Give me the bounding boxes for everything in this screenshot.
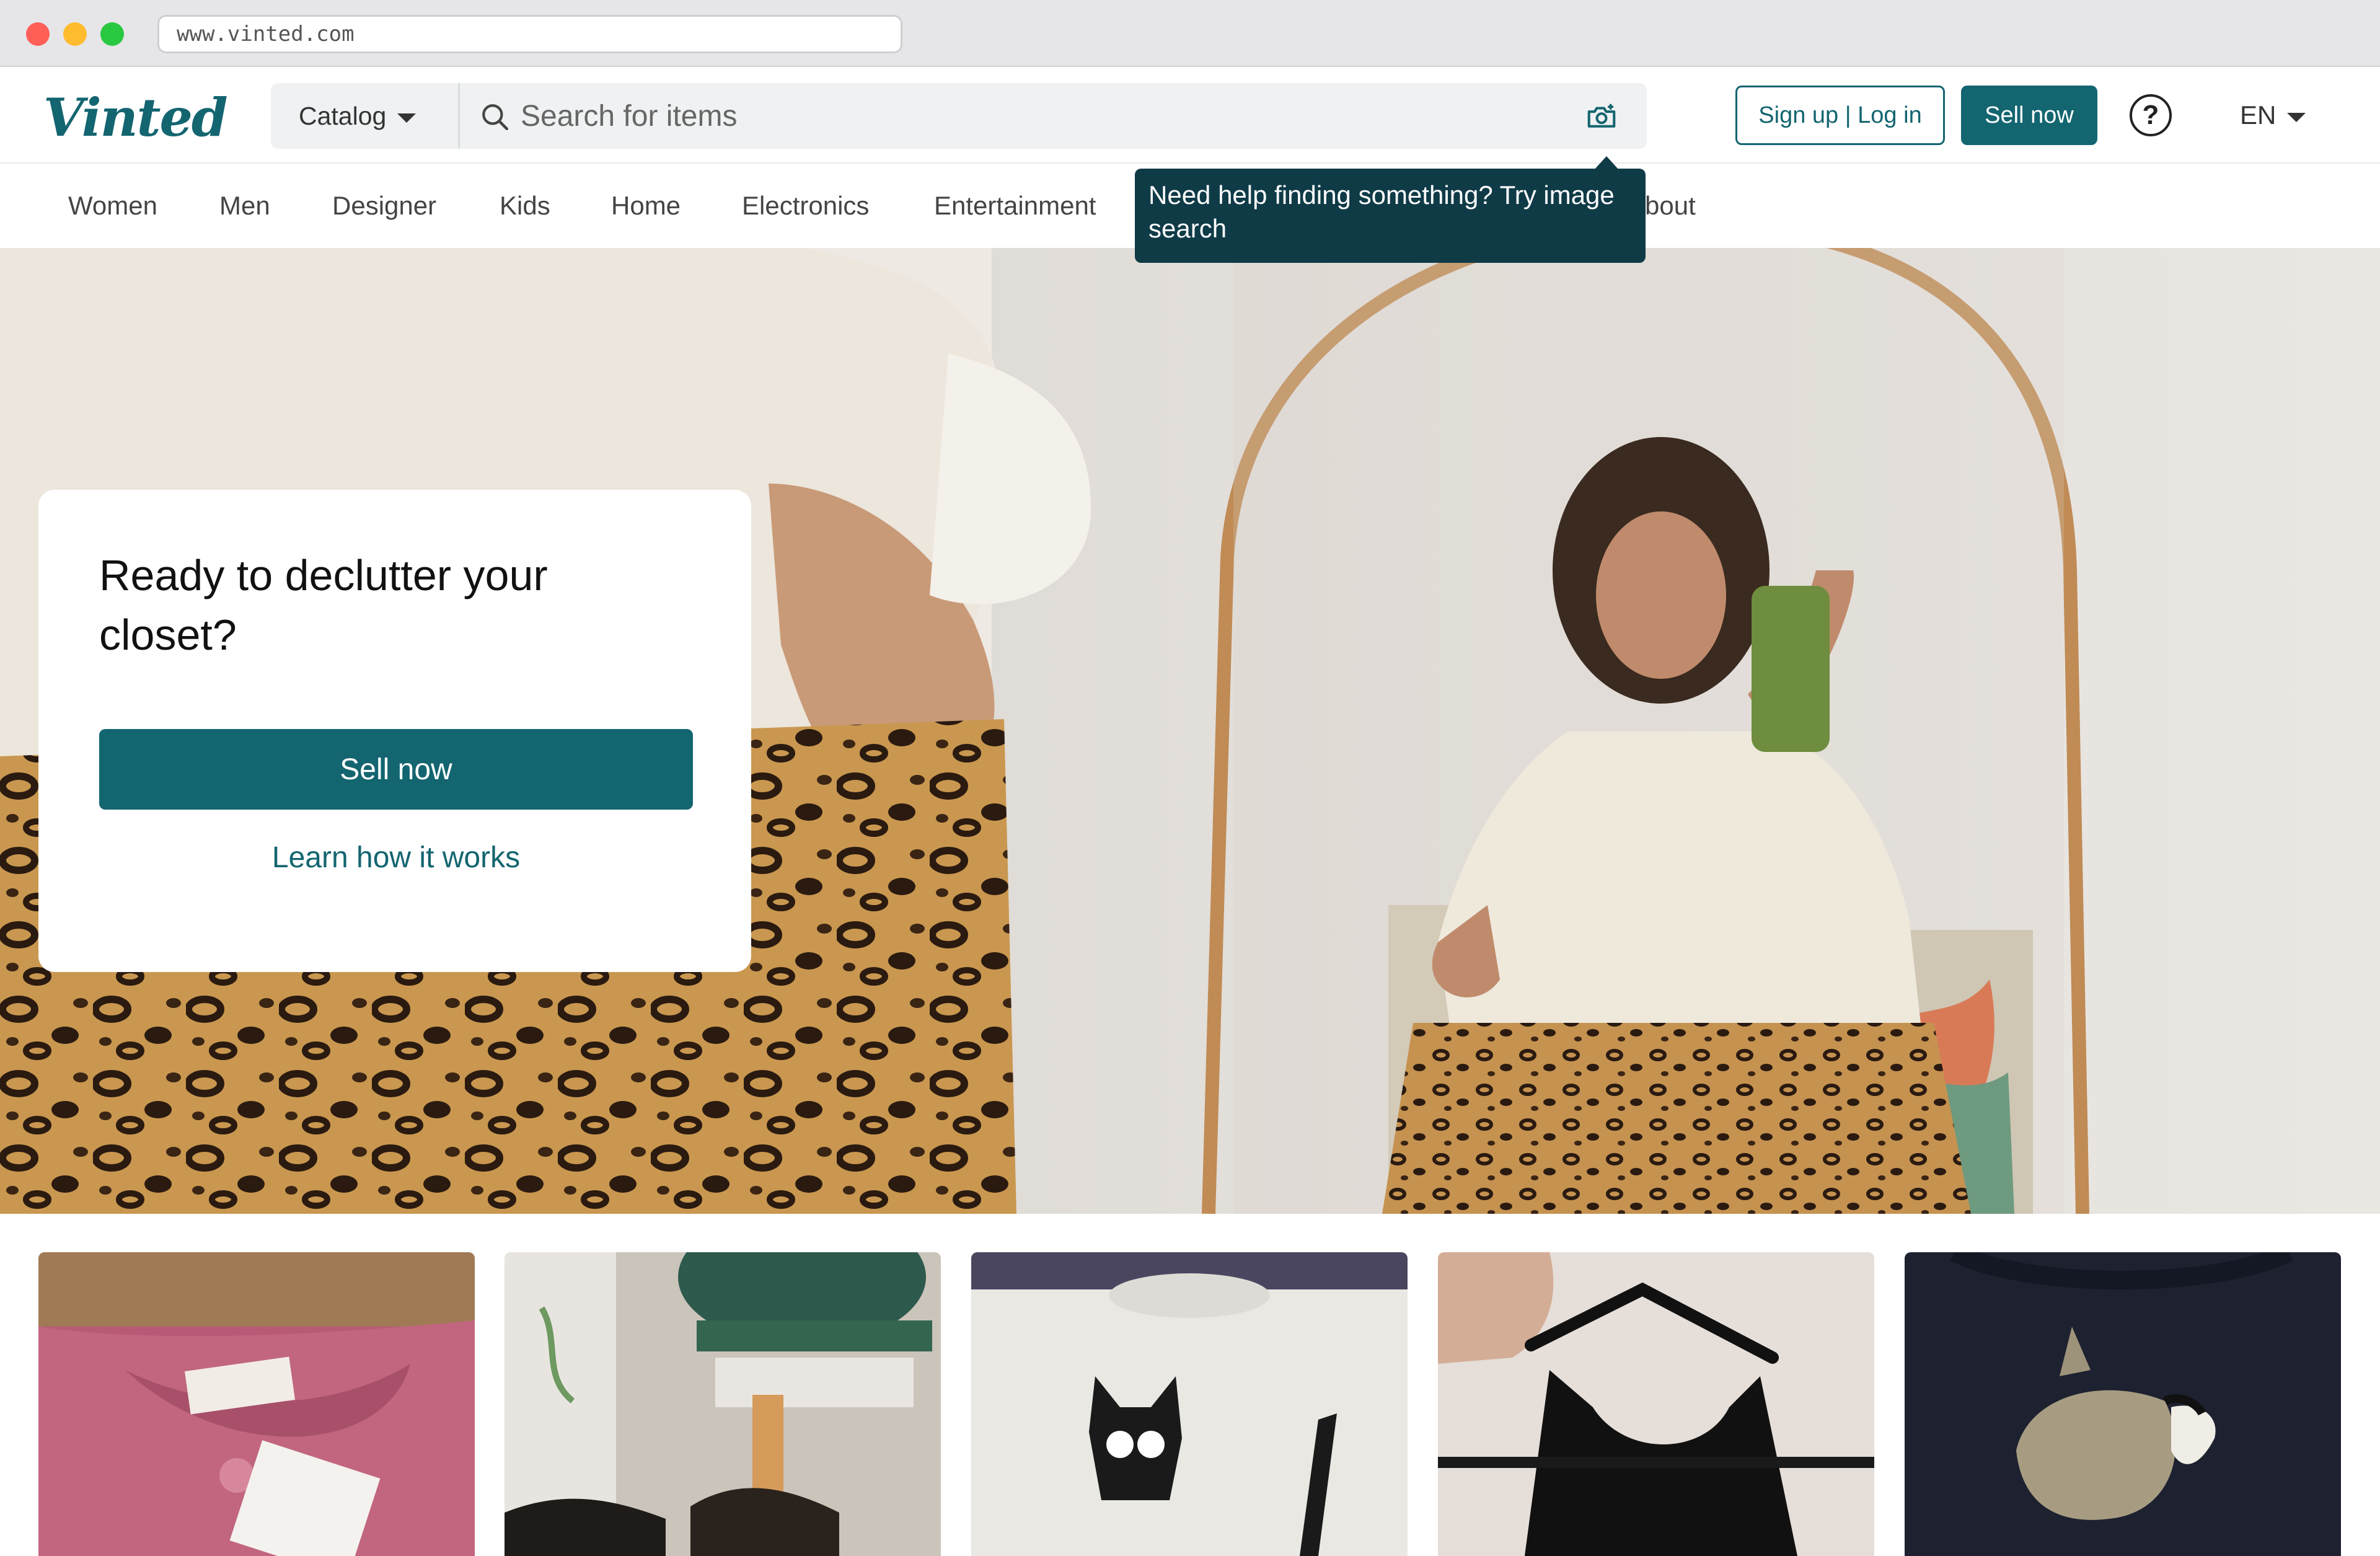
promo-title: Ready to declutter your closet?: [99, 551, 548, 659]
browser-chrome: www.vinted.com: [0, 0, 2380, 67]
item-feed: [0, 1214, 2380, 1556]
hero-banner: Ready to declutter your closet? Sell now…: [0, 248, 2380, 1214]
nav-item-kids[interactable]: Kids: [500, 164, 550, 248]
vinted-logo[interactable]: Vinted: [43, 87, 228, 149]
maximize-window-button[interactable]: [100, 22, 124, 46]
nav-item-designer[interactable]: Designer: [332, 164, 436, 248]
close-window-button[interactable]: [26, 22, 50, 46]
camera-search-icon[interactable]: [1585, 100, 1618, 133]
nav-item-entertainment[interactable]: Entertainment: [934, 164, 1096, 248]
pink-knit-sweater-photo: [38, 1252, 475, 1556]
nav-item-men[interactable]: Men: [219, 164, 270, 248]
item-card[interactable]: [38, 1252, 475, 1556]
nav-item-women[interactable]: Women: [68, 164, 157, 248]
nav-item-about[interactable]: bout: [1645, 164, 1696, 248]
language-label: EN: [2240, 100, 2276, 130]
language-selector[interactable]: EN: [2240, 94, 2306, 136]
catalog-label: Catalog: [299, 101, 387, 130]
item-card[interactable]: [1438, 1252, 1874, 1556]
cat-print-navy-shirt-photo: [1905, 1252, 2341, 1556]
sell-now-promo-button[interactable]: Sell now: [99, 729, 693, 810]
tooltip-arrow: [1594, 156, 1619, 170]
sign-up-login-button[interactable]: Sign up | Log in: [1735, 86, 1945, 145]
minimize-window-button[interactable]: [63, 22, 87, 46]
help-icon[interactable]: ?: [2130, 94, 2172, 136]
search-input[interactable]: [521, 83, 1543, 149]
chevron-down-icon: [397, 113, 416, 123]
nav-item-home[interactable]: Home: [611, 164, 681, 248]
item-card[interactable]: [971, 1252, 1408, 1556]
black-top-on-hanger-photo: [1438, 1252, 1874, 1556]
declutter-promo-card: Ready to declutter your closet? Sell now…: [38, 490, 751, 972]
search-bar: Catalog: [271, 83, 1647, 149]
item-card[interactable]: [1905, 1252, 2341, 1556]
nav-item-electronics[interactable]: Electronics: [742, 164, 869, 248]
shoes-and-plant-photo: [505, 1252, 941, 1556]
address-bar[interactable]: www.vinted.com: [157, 15, 902, 53]
search-icon: [482, 104, 509, 131]
learn-how-it-works-link[interactable]: Learn how it works: [99, 841, 693, 875]
catalog-dropdown[interactable]: Catalog: [271, 83, 460, 149]
site-header: Vinted Catalog Sign up | Log in Sell now…: [0, 67, 2380, 164]
chevron-down-icon: [2287, 112, 2306, 122]
image-search-tooltip: Need help finding something? Try image s…: [1135, 169, 1646, 263]
sell-now-header-button[interactable]: Sell now: [1961, 86, 2097, 145]
cat-print-tshirt-photo: [971, 1252, 1408, 1556]
item-card[interactable]: [505, 1252, 941, 1556]
